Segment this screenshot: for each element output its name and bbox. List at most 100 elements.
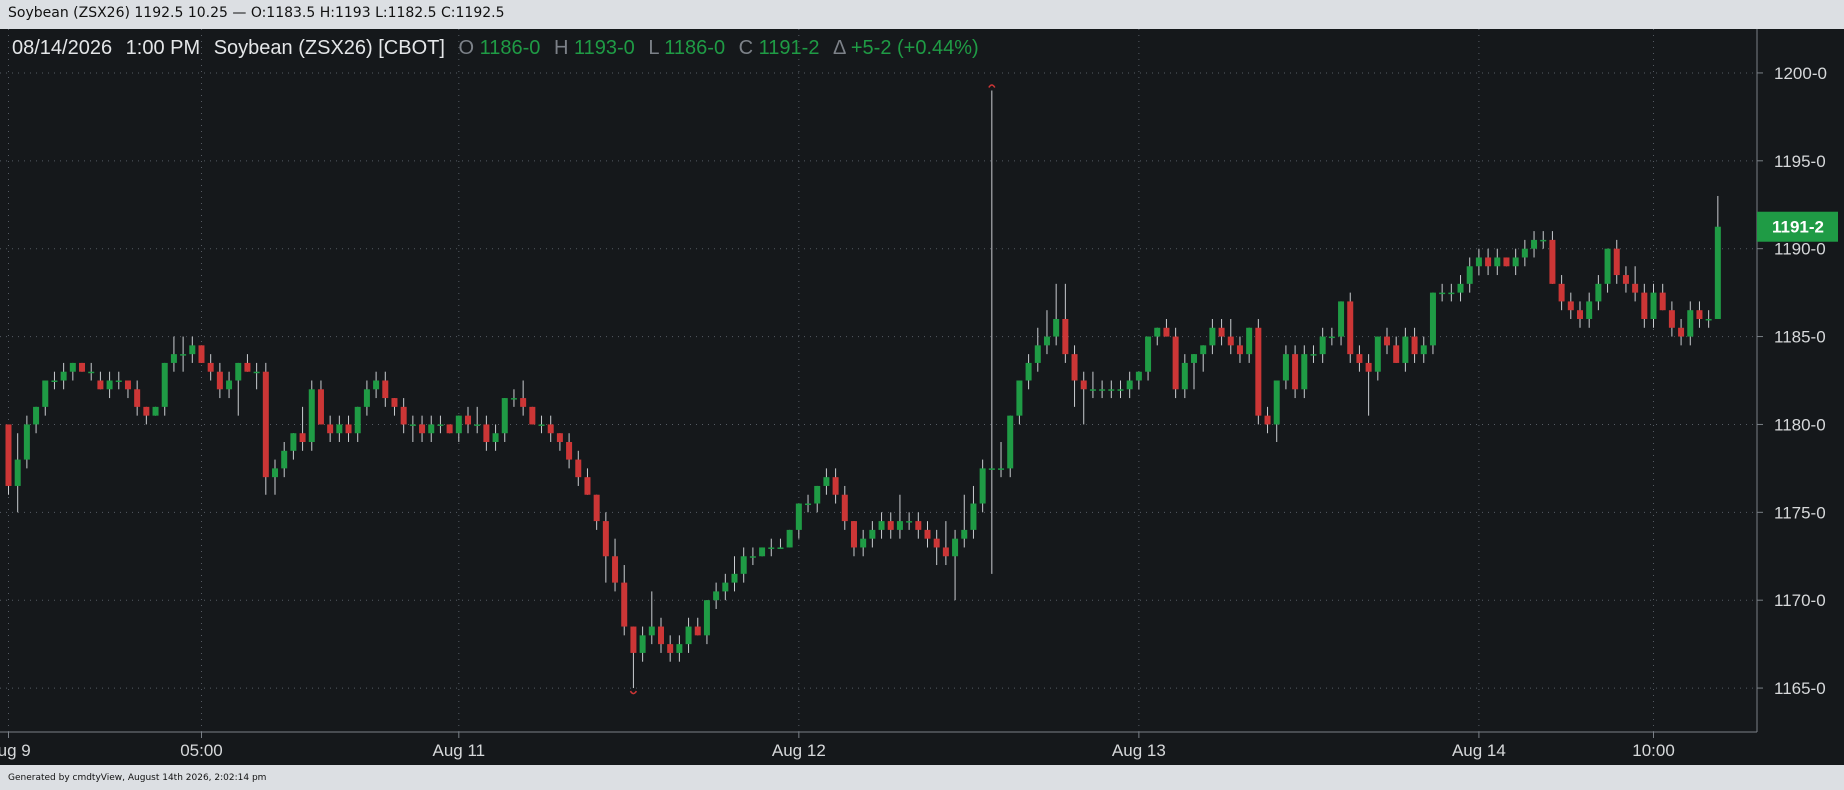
candle-body xyxy=(1650,292,1657,319)
candle-up xyxy=(869,521,876,548)
candle-body xyxy=(814,485,821,504)
candle-body xyxy=(1512,257,1519,267)
candle-body xyxy=(1319,336,1326,355)
candle-down xyxy=(1503,257,1510,267)
y-tick-label: 1175-0 xyxy=(1774,503,1826,522)
x-tick-label: Aug 13 xyxy=(1112,741,1166,760)
candle-up xyxy=(170,336,177,372)
candles xyxy=(5,90,1721,689)
price-chart[interactable]: 1200-0 1195-0 1190-0 1185-0 1180-0 1175-0 1170… xyxy=(0,29,1844,765)
candle-body xyxy=(391,398,398,407)
candle-body xyxy=(1549,239,1556,284)
candle-body xyxy=(1218,327,1225,337)
candle-up xyxy=(501,398,508,443)
candle-down xyxy=(841,485,848,530)
candle-up xyxy=(768,538,775,557)
candle-body xyxy=(465,415,471,425)
candle-up xyxy=(722,573,729,601)
candle-down xyxy=(621,565,628,636)
candle-up xyxy=(1301,345,1308,399)
candle-body xyxy=(1420,345,1427,355)
candle-body xyxy=(253,371,260,374)
candle-body xyxy=(483,424,490,443)
candle-down xyxy=(465,406,471,434)
candle-body xyxy=(1384,336,1390,346)
candle-body xyxy=(998,468,1005,470)
candle-body xyxy=(124,380,131,390)
candle-body xyxy=(262,371,269,478)
open-value: 1186-0 xyxy=(480,37,541,59)
candle-up xyxy=(1420,336,1427,363)
candle-body xyxy=(1236,345,1243,355)
candle-body xyxy=(556,433,563,443)
candle-up xyxy=(1494,248,1501,276)
candle-body xyxy=(69,362,76,372)
candle-body xyxy=(1586,301,1593,319)
candle-down xyxy=(933,529,940,566)
candle-body xyxy=(1448,292,1455,295)
candle-down xyxy=(262,362,269,495)
candle-body xyxy=(1255,327,1262,416)
candle-up xyxy=(952,529,959,601)
candle-body xyxy=(1393,345,1400,363)
candle-body xyxy=(382,380,389,399)
candle-up xyxy=(1328,327,1335,346)
last-price-badge: 1191-2 xyxy=(1757,211,1838,242)
candle-body xyxy=(189,345,196,355)
candle-body xyxy=(529,406,536,425)
candle-down xyxy=(198,345,205,363)
candle-up xyxy=(106,371,113,399)
candle-down xyxy=(832,468,839,504)
candle-down xyxy=(1356,345,1363,372)
candle-up xyxy=(1154,327,1161,346)
footer-text: Generated by cmdtyView, August 14th 2026… xyxy=(8,773,267,783)
candle-body xyxy=(1466,266,1473,284)
candle-body xyxy=(419,424,426,434)
candle-body xyxy=(1457,283,1464,293)
x-tick-label: Aug 14 xyxy=(1452,741,1506,760)
candle-up xyxy=(1246,327,1253,363)
candle-body xyxy=(933,538,940,548)
candle-down xyxy=(483,415,490,451)
candle-body xyxy=(1209,327,1216,346)
candle-body xyxy=(446,424,453,434)
candle-down xyxy=(1384,327,1390,355)
candle-body xyxy=(106,380,113,390)
candle-body xyxy=(437,424,444,426)
candle-up xyxy=(731,556,738,592)
candle-down xyxy=(1347,292,1354,363)
candle-up xyxy=(685,617,692,653)
candle-body xyxy=(869,529,876,539)
candle-down xyxy=(1659,283,1666,311)
candle-down xyxy=(850,521,857,557)
candle-up xyxy=(860,529,867,557)
x-tick-label: 10:00 xyxy=(1632,741,1675,760)
candle-body xyxy=(1402,336,1409,363)
candle-body xyxy=(79,362,86,372)
candle-down xyxy=(1485,248,1492,276)
candle-up xyxy=(1273,380,1280,443)
candle-down xyxy=(1163,318,1170,337)
window-title: Soybean (ZSX26) 1192.5 10.25 — O:1183.5 … xyxy=(8,5,505,21)
candle-body xyxy=(648,626,655,636)
candle-body xyxy=(1338,301,1345,337)
high-value: 1193-0 xyxy=(574,37,635,59)
candle-down xyxy=(1622,266,1629,293)
candle-down xyxy=(1236,336,1243,363)
candle-body xyxy=(501,398,508,434)
candle-body xyxy=(97,380,104,390)
candle-down xyxy=(924,521,931,548)
candle-body xyxy=(88,371,95,374)
candle-body xyxy=(1411,336,1418,355)
low-label: L xyxy=(648,37,659,59)
candle-up xyxy=(115,371,122,390)
chart-window: Soybean (ZSX26) 1192.5 10.25 — O:1183.5 … xyxy=(0,0,1844,790)
candle-down xyxy=(657,617,664,653)
candle-up xyxy=(759,547,766,557)
candle-down xyxy=(1255,318,1262,425)
candle-body xyxy=(1622,275,1629,284)
last-price-label: 1191-2 xyxy=(1772,218,1824,237)
candle-up xyxy=(23,415,30,469)
candle-up xyxy=(1053,283,1060,346)
candle-body xyxy=(566,442,573,460)
